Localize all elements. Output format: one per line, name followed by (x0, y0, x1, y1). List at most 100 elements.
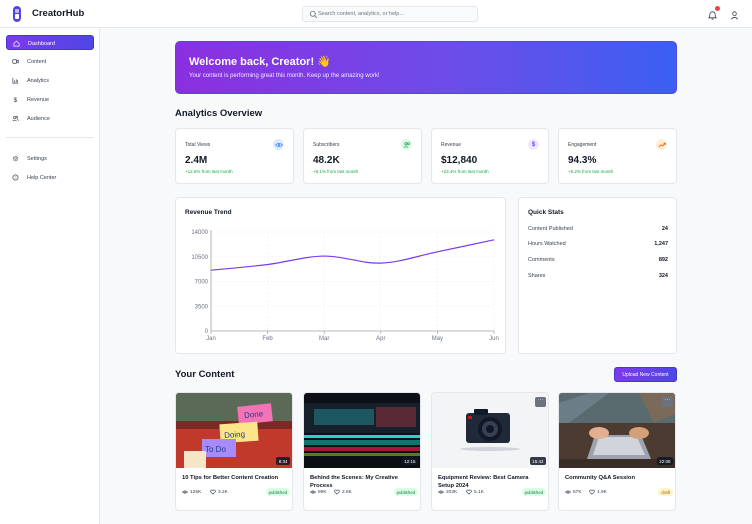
thumbnail-sticky-notes[interactable]: Done Doing To Do ··· 8:34 (176, 393, 292, 468)
stat-card-revenue: Revenue $12,840 +23.4% from last month $ (431, 128, 549, 184)
stat-value: 94.3% (568, 155, 597, 166)
y-tick-label: 3500 (195, 304, 209, 310)
quick-stat-row: Hours Watched 1,247 (528, 241, 668, 249)
stat-change: +12.5% from last month (185, 169, 233, 174)
quick-stat-value: 24 (661, 226, 668, 232)
welcome-title: Welcome back, Creator! 👋 (189, 56, 331, 68)
duration-badge: 8:34 (276, 457, 290, 465)
sidebar-item-revenue[interactable]: $ Revenue (6, 92, 94, 107)
content-card[interactable]: 12:15 Behind the Scenes: My Creative Pro… (303, 392, 421, 511)
quick-stat-label: Hours Watched (528, 241, 566, 247)
eye-icon (438, 490, 444, 494)
heart-icon (589, 489, 595, 495)
sidebar-item-label: Audience (27, 115, 50, 122)
x-tick-label: Jan (206, 336, 216, 342)
status-badge: published (521, 488, 546, 496)
stat-value: $12,840 (441, 155, 478, 166)
svg-text:Doing: Doing (224, 430, 245, 440)
quick-stat-row: Comments 892 (528, 257, 668, 265)
dollar-icon: $ (14, 97, 18, 103)
svg-text:$: $ (14, 97, 18, 103)
content-card[interactable]: ··· 22:08 Community Q&A Session 67K 1.9K… (558, 392, 676, 511)
gear-icon (12, 155, 19, 162)
status-badge: published (393, 488, 418, 496)
likes-count: 2.6K (334, 489, 352, 495)
users-icon (401, 139, 412, 150)
bar-chart-icon (12, 77, 19, 84)
brand-name: CreatorHub (32, 8, 85, 19)
user-icon (730, 11, 739, 20)
analytics-overview-title: Analytics Overview (175, 108, 263, 119)
content-meta: 89K 2.6K published (310, 488, 418, 497)
status-badge: published (265, 488, 290, 496)
sidebar-divider (6, 137, 94, 138)
thumbnail-laptop-hands[interactable]: ··· 22:08 (559, 393, 675, 468)
sidebar: Dashboard Content Analytics $ Revenue Au… (0, 28, 100, 524)
search-icon (309, 10, 318, 19)
sidebar-item-audience[interactable]: Audience (6, 111, 94, 126)
status-badge: draft (658, 488, 673, 496)
notifications-button[interactable] (707, 6, 720, 20)
x-tick-label: Jun (489, 336, 499, 342)
content-meta: 67K 1.9K draft (565, 488, 673, 497)
sidebar-item-label: Dashboard (28, 40, 55, 47)
revenue-series-line (210, 239, 495, 271)
stat-label: Engagement (568, 142, 597, 148)
user-menu-button[interactable] (729, 8, 740, 20)
upload-new-content-button[interactable]: Upload New Content (614, 367, 677, 382)
views-count: 67K (565, 489, 582, 495)
help-icon: ? (12, 174, 19, 181)
content-title[interactable]: 10 Tips for Better Content Creation (182, 475, 290, 483)
sidebar-item-label: Revenue (27, 96, 50, 103)
stat-label: Total Views (185, 142, 211, 148)
welcome-subtitle: Your content is performing great this mo… (189, 73, 380, 79)
quick-stat-value: 892 (658, 257, 668, 263)
search-box[interactable] (302, 6, 478, 22)
quick-stat-value: 324 (658, 273, 668, 279)
duration-badge: 12:15 (401, 457, 418, 465)
likes-count: 3.2K (210, 489, 228, 495)
stat-value: 48.2K (313, 155, 340, 166)
sidebar-item-label: Content (27, 58, 47, 65)
content-card[interactable]: ··· 15:42 Equipment Review: Best Camera … (431, 392, 549, 511)
content-card[interactable]: Done Doing To Do ··· 8:34 10 Tips for Be… (175, 392, 293, 511)
likes-count: 5.1K (466, 489, 484, 495)
quick-stats-title: Quick Stats (528, 209, 564, 216)
thumbnail-editing-screen[interactable]: 12:15 (304, 393, 420, 468)
top-bar: CreatorHub (0, 0, 752, 28)
sidebar-item-content[interactable]: Content (6, 54, 94, 69)
more-options-icon[interactable]: ··· (535, 397, 546, 407)
content-meta: 203K 5.1K published (438, 488, 546, 497)
stat-change: +5.2% from last month (568, 169, 614, 174)
sidebar-item-dashboard[interactable]: Dashboard (6, 35, 94, 50)
views-count: 89K (310, 489, 327, 495)
quick-stat-label: Shares (528, 273, 546, 279)
eye-icon (273, 139, 284, 150)
sidebar-item-analytics[interactable]: Analytics (6, 73, 94, 88)
users-icon (12, 116, 19, 122)
bell-icon (707, 11, 718, 20)
views-count: 203K (438, 489, 457, 495)
quick-stat-row: Content Published 24 (528, 226, 668, 234)
quick-stats-card: Quick Stats Content Published 24 Hours W… (518, 197, 677, 354)
stat-change: +23.4% from last month (441, 169, 489, 174)
content-meta: 125K 3.2K published (182, 488, 290, 497)
creatorhub-logo-icon (13, 6, 21, 22)
heart-icon (334, 489, 340, 495)
video-icon (12, 59, 19, 64)
search-input[interactable] (318, 8, 474, 20)
revenue-trend-card: Revenue Trend 0 3500 7000 10500 14000 Jan Feb M… (175, 197, 506, 354)
stat-card-total-views: Total Views 2.4M +12.5% from last month (175, 128, 294, 184)
content-title[interactable]: Community Q&A Session (565, 475, 673, 483)
revenue-trend-chart: 0 3500 7000 10500 14000 Jan Feb Mar Apr May Jun (191, 230, 499, 342)
sidebar-item-settings[interactable]: Settings (6, 151, 94, 166)
x-tick-label: Mar (319, 336, 329, 342)
thumbnail-camera[interactable]: ··· 15:42 (432, 393, 548, 468)
welcome-banner: Welcome back, Creator! 👋 Your content is… (175, 41, 677, 94)
y-tick-label: 10500 (191, 255, 208, 261)
sidebar-item-help-center[interactable]: ? Help Center (6, 170, 94, 185)
stat-card-subscribers: Subscribers 48.2K +8.1% from last month (303, 128, 422, 184)
more-options-icon[interactable]: ··· (662, 397, 673, 407)
x-tick-label: Feb (262, 336, 273, 342)
stat-label: Subscribers (313, 142, 340, 148)
